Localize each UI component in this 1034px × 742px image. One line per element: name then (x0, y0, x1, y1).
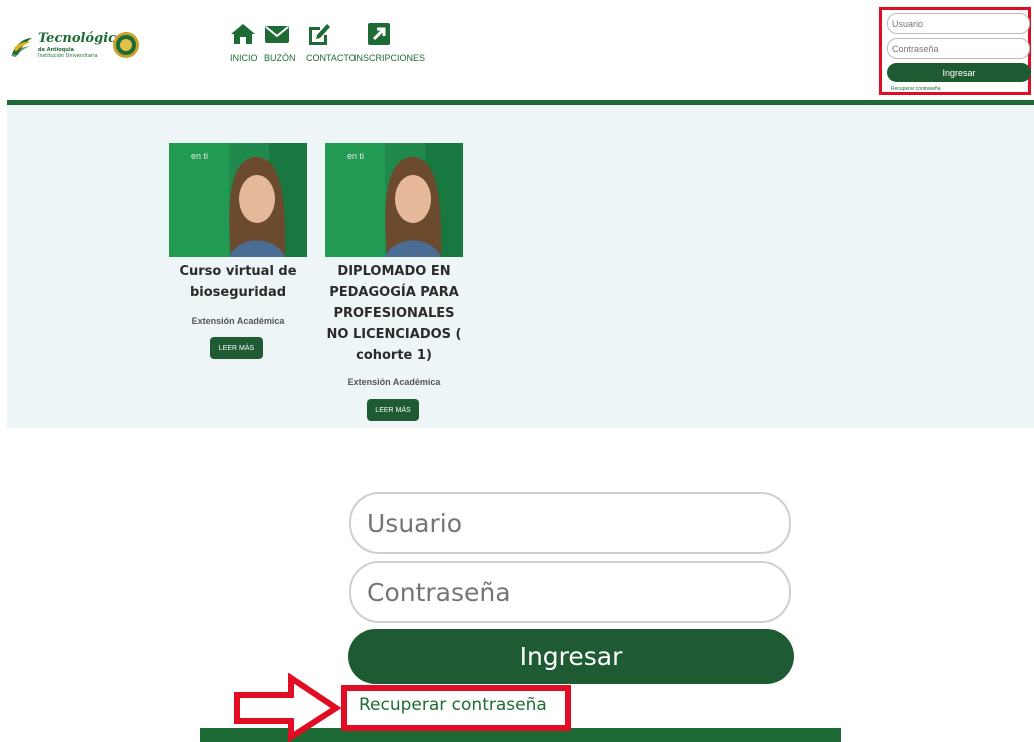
course-title-line: cohorte 1) (356, 348, 432, 363)
nav-item-contacto[interactable]: CONTACTO (306, 22, 356, 63)
nav-label-inicio: INICIO (230, 53, 258, 63)
logo-subtitle-2: Institución Universitaria (38, 53, 98, 59)
accreditation-seal-icon (113, 32, 139, 58)
course-category: Extensión Académica (347, 377, 441, 387)
course-title-line: PROFESIONALES (333, 306, 455, 321)
home-icon (231, 24, 255, 44)
nav-label-inscripciones: INSCRIPCIONES (354, 53, 426, 63)
course-title-line: bioseguridad (189, 285, 287, 300)
external-link-icon (368, 23, 390, 45)
pointer-arrow-icon (234, 673, 341, 742)
login-button[interactable]: Ingresar (887, 63, 1031, 82)
nav-label-buzon: BUZÓN (264, 53, 296, 63)
zoom-password-input[interactable] (349, 561, 791, 623)
read-more-button[interactable]: LEER MÁS (367, 399, 419, 421)
course-image-tag: en ti (347, 151, 365, 161)
edit-icon (309, 24, 330, 45)
course-image[interactable]: en ti (325, 143, 463, 257)
nav-item-buzon[interactable]: BUZÓN (264, 22, 296, 63)
course-title[interactable]: Curso virtual de bioseguridad (159, 261, 317, 303)
course-title-line: DIPLOMADO EN (337, 264, 451, 279)
envelope-icon (265, 26, 289, 43)
course-title-line: Curso virtual de (179, 264, 297, 279)
course-title-line: NO LICENCIADOS ( (326, 327, 462, 342)
nav-item-inscripciones[interactable]: INSCRIPCIONES (354, 22, 425, 63)
course-title[interactable]: DIPLOMADO EN PEDAGOGÍA PARA PROFESIONALE… (315, 261, 473, 366)
zoom-login-button[interactable]: Ingresar (348, 629, 794, 684)
course-image[interactable]: en ti (169, 143, 307, 257)
course-title-line: PEDAGOGÍA PARA (329, 285, 459, 300)
site-header: Tecnológico de Antioquia Institución Uni… (0, 0, 1034, 101)
nav-item-inicio[interactable]: INICIO (230, 22, 258, 63)
zoom-username-input[interactable] (349, 492, 791, 554)
nav-label-contacto: CONTACTO (306, 53, 356, 63)
logo-swoosh-icon (11, 38, 32, 57)
course-image-tag: en ti (191, 151, 209, 161)
read-more-button[interactable]: LEER MÁS (210, 337, 263, 359)
site-logo[interactable]: Tecnológico de Antioquia Institución Uni… (10, 28, 140, 64)
zoom-recover-password-link[interactable]: Recuperar contraseña (359, 695, 547, 715)
username-input[interactable] (887, 13, 1030, 34)
recover-password-link[interactable]: Recuperar contraseña (891, 86, 940, 92)
course-category: Extensión Académica (191, 316, 285, 326)
password-input[interactable] (887, 38, 1030, 59)
